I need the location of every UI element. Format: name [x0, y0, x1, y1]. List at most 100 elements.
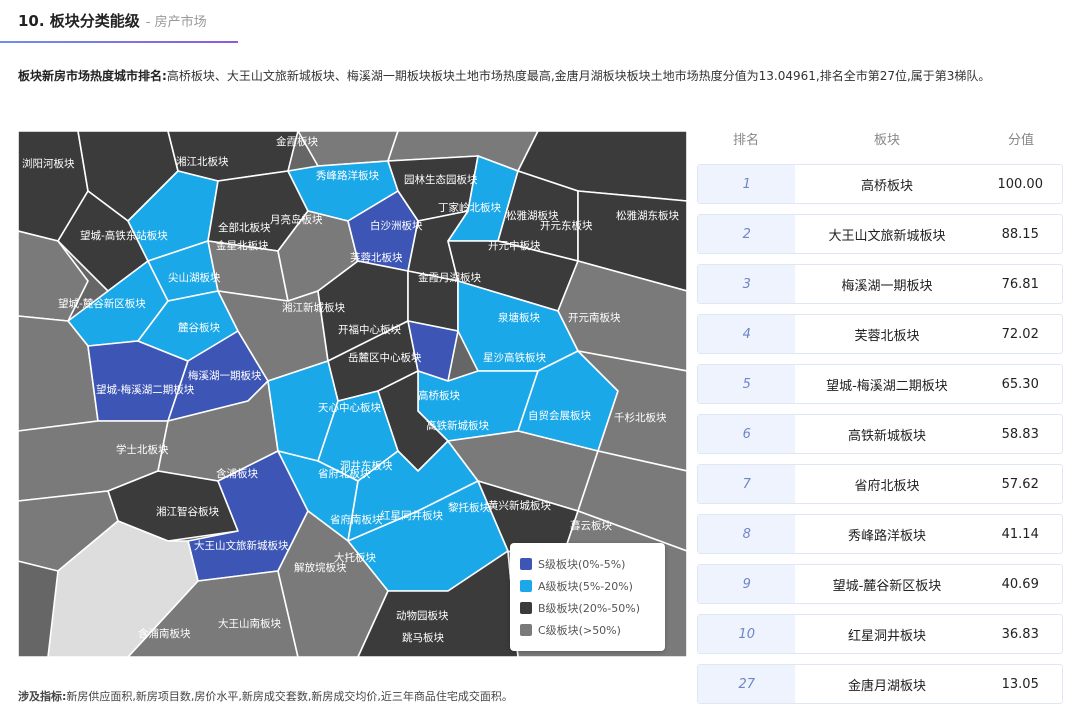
map-label: 金霞板块	[276, 135, 318, 148]
map-label: 开福中心板块	[338, 323, 401, 336]
section-header: 10. 板块分类能级 - 房产市场	[0, 0, 240, 44]
map-label: 暮云板块	[570, 519, 612, 532]
map-label: 湘江北板块	[176, 155, 229, 168]
name-cell: 高桥板块	[860, 178, 913, 194]
table-row[interactable]: 4 芙蓉北板块 72.02	[697, 314, 1063, 354]
score-cell: 72.02	[1001, 326, 1039, 342]
map-label: 黎托板块	[448, 501, 490, 514]
score-cell: 40.69	[1001, 576, 1039, 592]
map-label: 梅溪湖一期板块	[188, 369, 262, 382]
table-row[interactable]: 10 红星洞井板块 36.83	[697, 614, 1063, 654]
map-label: 跳马板块	[402, 631, 444, 644]
map-label: 泉塘板块	[498, 311, 540, 324]
section-subtitle: - 房产市场	[145, 15, 207, 30]
map-label: 大王山文旅新城板块	[194, 539, 289, 552]
map-label: 望城-梅溪湖二期板块	[96, 383, 195, 396]
rank-cell: 1	[698, 165, 796, 203]
score-cell: 41.14	[1001, 526, 1039, 542]
map-label: 星沙高铁板块	[483, 351, 546, 364]
map-label: 高桥板块	[418, 389, 460, 402]
note-text: 新房供应面积,新房项目数,房价水平,新房成交套数,新房成交均价,近三年商品住宅成…	[66, 690, 513, 703]
legend-item-b[interactable]: B级板块(20%-50%)	[520, 597, 655, 619]
map-label: 黄兴新城板块	[488, 499, 551, 512]
map-label: 高铁新城板块	[426, 419, 489, 432]
legend-swatch-c	[520, 624, 532, 636]
map-label: 秀峰路洋板块	[316, 169, 379, 182]
map-label: 麓谷板块	[178, 321, 220, 334]
legend-swatch-b	[520, 602, 532, 614]
score-cell: 65.30	[1001, 376, 1039, 392]
table-row[interactable]: 3 梅溪湖一期板块 76.81	[697, 264, 1063, 304]
score-cell: 36.83	[1001, 626, 1039, 642]
map-label: 解放垸板块	[294, 561, 347, 574]
rank-cell: 2	[698, 215, 796, 253]
map-label: 金霞月湖板块	[418, 271, 481, 284]
map-label: 白沙洲板块	[370, 219, 423, 232]
table-row[interactable]: 27 金唐月湖板块 13.05	[697, 664, 1063, 704]
score-cell: 57.62	[1001, 476, 1039, 492]
score-cell: 88.15	[1001, 226, 1039, 242]
legend-item-s[interactable]: S级板块(0%-5%)	[520, 553, 655, 575]
map-label: 开元中板块	[488, 239, 541, 252]
table-row[interactable]: 9 望城-麓谷新区板块 40.69	[697, 564, 1063, 604]
name-cell: 高铁新城板块	[847, 428, 926, 444]
table-row[interactable]: 2 大王山文旅新城板块 88.15	[697, 214, 1063, 254]
table-row[interactable]: 6 高铁新城板块 58.83	[697, 414, 1063, 454]
map-label: 望城-高铁东站板块	[80, 229, 168, 242]
map-label: 望城-麓谷新区板块	[58, 297, 146, 310]
table-row[interactable]: 1 高桥板块 100.00	[697, 164, 1063, 204]
score-cell: 76.81	[1001, 276, 1039, 292]
table-row[interactable]: 7 省府北板块 57.62	[697, 464, 1063, 504]
table-body: 1 高桥板块 100.00 2 大王山文旅新城板块 88.15 3 梅溪湖一期板块 76.81 4…	[697, 164, 1063, 704]
map-label: 天心中心板块	[318, 401, 381, 414]
table-header: 排名 板块 分值	[697, 122, 1063, 154]
map-label: 丁家岭北板块	[438, 201, 501, 214]
legend-item-a[interactable]: A级板块(5%-20%)	[520, 575, 655, 597]
name-cell: 望城-梅溪湖二期板块	[826, 378, 948, 394]
map-label: 湘江新城板块	[282, 301, 345, 314]
summary-label: 板块新房市场热度城市排名:	[18, 69, 167, 83]
name-cell: 秀峰路洋板块	[847, 528, 926, 544]
section-title: 10. 板块分类能级 - 房产市场	[18, 12, 207, 30]
map-label: 开元南板块	[568, 311, 621, 324]
map-label: 芙蓉北板块	[350, 251, 403, 264]
note-label: 涉及指标:	[18, 690, 67, 703]
map-label: 学士北板块	[116, 443, 169, 456]
map-label: 含浦板块	[216, 467, 258, 480]
score-cell: 13.05	[1001, 676, 1039, 692]
indicator-note: 涉及指标:新房供应面积,新房项目数,房价水平,新房成交套数,新房成交均价,近三年…	[18, 688, 513, 704]
map-label: 含浦南板块	[138, 627, 191, 640]
map-label: 开元东板块	[540, 219, 593, 232]
legend-swatch-s	[520, 558, 532, 570]
name-cell: 红星洞井板块	[847, 628, 926, 644]
map-label: 园林生态园板块	[404, 173, 478, 186]
header-name: 板块	[873, 132, 900, 148]
map-label: 省府南板块	[330, 513, 383, 526]
table-row[interactable]: 5 望城-梅溪湖二期板块 65.30	[697, 364, 1063, 404]
name-cell: 梅溪湖一期板块	[841, 278, 933, 294]
map-label: 金星北板块	[216, 239, 269, 252]
ranking-table: 排名 板块 分值 1 高桥板块 100.00 2 大王山文旅新城板块 88.15 3 梅溪湖一…	[697, 122, 1063, 704]
table-row[interactable]: 8 秀峰路洋板块 41.14	[697, 514, 1063, 554]
map-label: 千杉北板块	[614, 411, 667, 424]
header-rank: 排名	[732, 132, 759, 148]
rank-cell: 8	[698, 515, 796, 553]
ranking-summary: 板块新房市场热度城市排名:高桥板块、大王山文旅新城板块、梅溪湖一期板块板块土地市…	[18, 64, 1058, 88]
rank-cell: 4	[698, 315, 796, 353]
map-label: 岳麓区中心板块	[348, 351, 422, 364]
rank-cell: 3	[698, 265, 796, 303]
name-cell: 芙蓉北板块	[854, 328, 920, 344]
map-label: 松雅湖东板块	[616, 209, 679, 222]
name-cell: 金唐月湖板块	[847, 678, 926, 694]
map-label: 月亮岛板块	[270, 213, 323, 226]
name-cell: 望城-麓谷新区板块	[832, 578, 942, 594]
header-score: 分值	[1007, 132, 1034, 148]
rank-cell: 6	[698, 415, 796, 453]
map-label: 全部北板块	[218, 221, 271, 234]
rank-cell: 7	[698, 465, 796, 503]
rank-cell: 27	[698, 665, 796, 703]
map-label: 大王山南板块	[218, 617, 281, 630]
map-label: 洞井东板块	[340, 459, 393, 472]
legend-item-c[interactable]: C级板块(>50%)	[520, 619, 655, 641]
name-cell: 大王山文旅新城板块	[828, 228, 946, 244]
